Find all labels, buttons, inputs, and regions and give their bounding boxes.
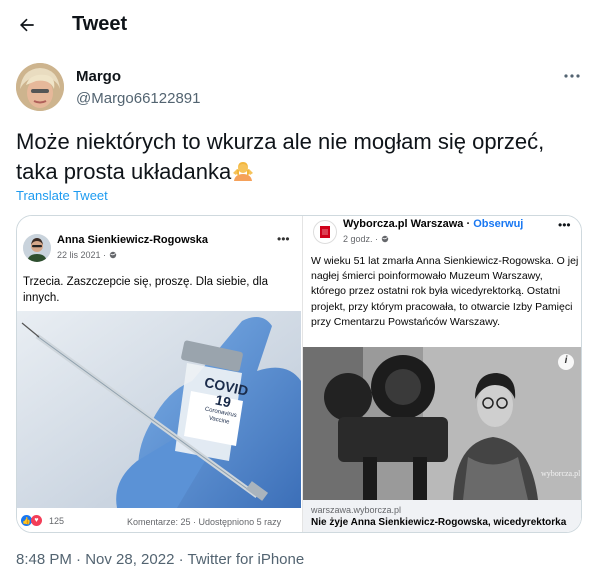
left-post-avatar: [23, 234, 51, 262]
right-post-time: 2 godz. ·: [343, 234, 389, 244]
right-post-text: W wieku 51 lat zmarła Anna Sienkiewicz-R…: [311, 255, 579, 328]
top-bar: Tweet: [0, 0, 597, 52]
tweet-text-line1: Może niektórych to wkurza ale nie mogłam…: [16, 129, 545, 154]
left-post-author: Anna Sienkiewicz-Rogowska: [57, 234, 208, 246]
author-handle[interactable]: @Margo66122891: [76, 90, 200, 107]
link-headline: Nie żyje Anna Sienkiewicz-Rogowska, wice…: [311, 517, 567, 528]
globe-icon: [109, 251, 116, 259]
more-options-button[interactable]: [562, 66, 582, 86]
love-icon: ♥: [31, 515, 42, 526]
reactions: 👍 ♥ 125: [21, 515, 64, 526]
follow-link[interactable]: Obserwuj: [473, 218, 523, 230]
right-post-screenshot[interactable]: Wyborcza.pl Warszawa · Obserwuj 2 godz. …: [302, 216, 581, 532]
left-post-more-icon: •••: [277, 232, 290, 246]
portrait-photo: wyborcza.pl i: [303, 347, 581, 500]
link-domain: warszawa.wyborcza.pl: [311, 505, 402, 515]
left-post-date: 22 lis 2021 ·: [57, 250, 117, 260]
page-title: Tweet: [72, 13, 128, 35]
tweet-timestamp[interactable]: 8:48 PM · Nov 28, 2022 · Twitter for iPh…: [16, 551, 304, 568]
right-post-more-icon: •••: [558, 218, 571, 232]
tweet-text-line2: taka prosta układanka: [16, 159, 232, 184]
tweet-text: Może niektórych to wkurza ale nie mogłam…: [16, 127, 576, 187]
author-name[interactable]: Margo: [76, 68, 121, 85]
link-preview[interactable]: warszawa.wyborcza.pl Nie żyje Anna Sienk…: [303, 500, 581, 532]
wyborcza-logo: [313, 220, 337, 244]
wyborcza-watermark: wyborcza.pl: [541, 469, 581, 478]
more-dots-icon: [564, 74, 580, 78]
info-icon[interactable]: i: [558, 355, 574, 366]
left-post-footer: 👍 ♥ 125 Komentarze: 25 · Udostępniono 5 …: [17, 508, 301, 532]
globe-icon: [381, 235, 388, 243]
reaction-count: 125: [49, 515, 65, 526]
left-post-screenshot[interactable]: Anna Sienkiewicz-Rogowska 22 lis 2021 · …: [17, 216, 301, 532]
woman-shrugging-emoji-icon: [231, 159, 255, 183]
translate-tweet-link[interactable]: Translate Tweet: [16, 188, 108, 203]
right-post-header: Wyborcza.pl Warszawa · Obserwuj: [343, 218, 524, 230]
left-post-text: Trzecia. Zaszczepcie się, proszę. Dla si…: [23, 276, 269, 304]
vaccine-photo: COVID 19 Coronavirus Vaccine: [17, 311, 301, 508]
left-post-stats: Komentarze: 25 · Udostępniono 5 razy: [127, 517, 282, 527]
back-button[interactable]: [14, 12, 40, 38]
tweet-media[interactable]: Anna Sienkiewicz-Rogowska 22 lis 2021 · …: [16, 215, 582, 533]
arrow-left-icon: [20, 18, 34, 32]
author-avatar[interactable]: [16, 63, 64, 111]
